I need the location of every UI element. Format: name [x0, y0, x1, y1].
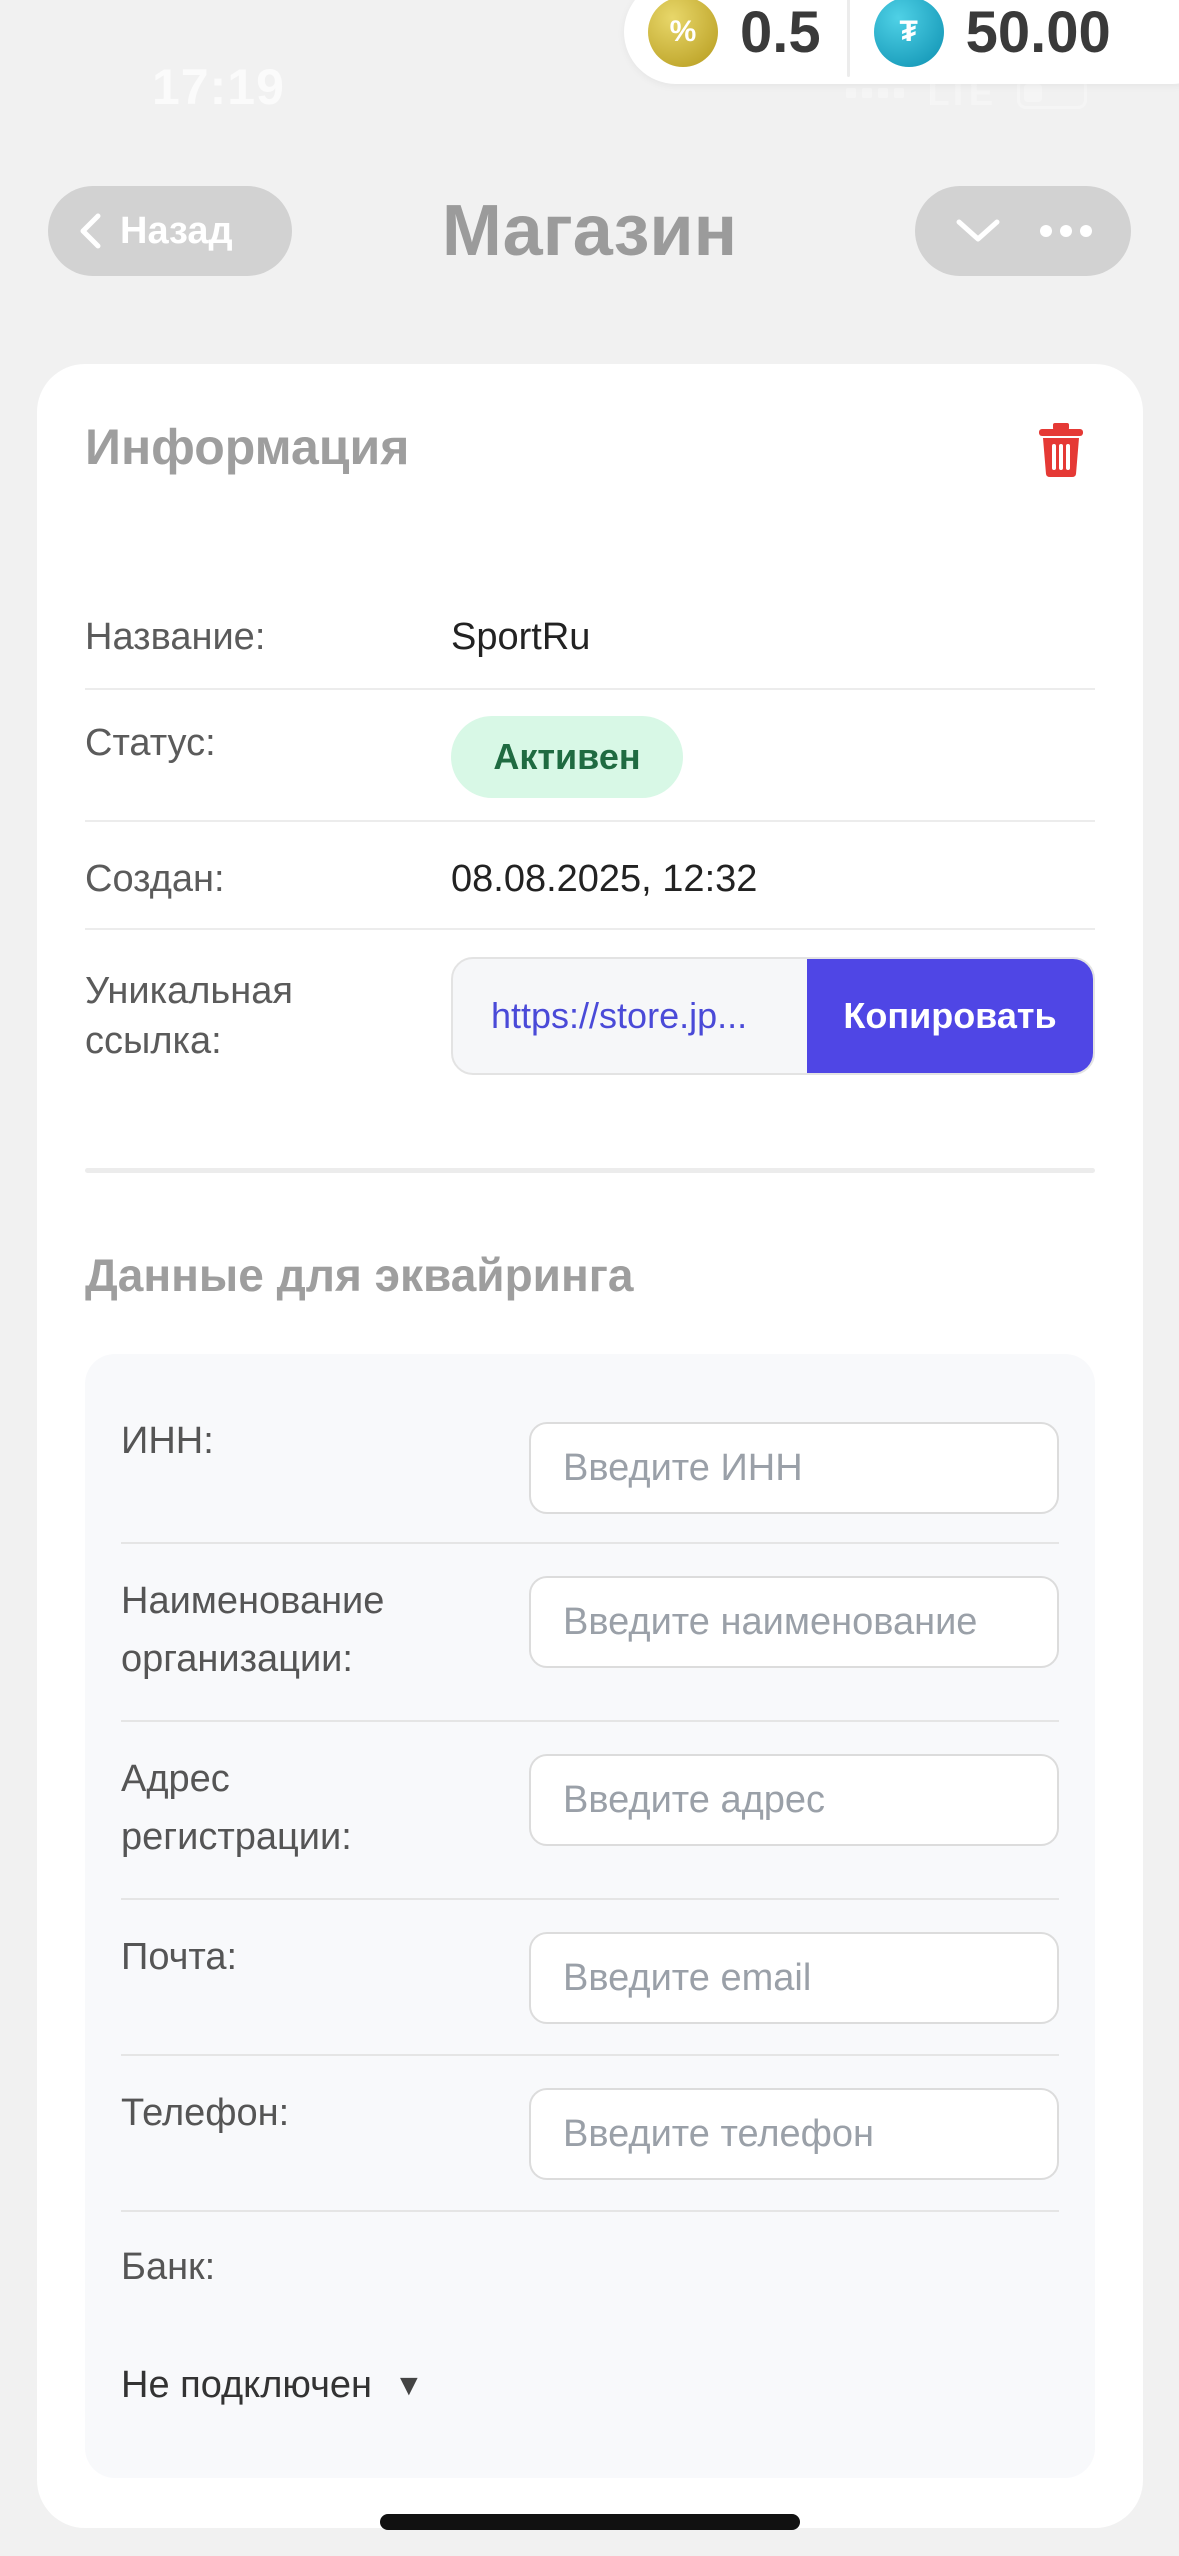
link-label-line2: ссылка:: [85, 1020, 222, 1062]
signal-icon: [845, 88, 904, 98]
trash-icon[interactable]: [1037, 422, 1085, 478]
store-card: Информация Название: SportRu Статус: Акт…: [37, 364, 1143, 2528]
acq-row-inn: ИНН:: [121, 1354, 1059, 1544]
inn-label: ИНН:: [121, 1420, 214, 1462]
link-label: Уникальная ссылка:: [85, 966, 293, 1066]
acquiring-section-title: Данные для эквайринга: [85, 1249, 634, 1301]
acquiring-panel: ИНН: Наименование организации: Адрес рег…: [85, 1354, 1095, 2478]
section-divider: [85, 1168, 1095, 1173]
phone-input[interactable]: [529, 2088, 1059, 2180]
home-indicator: [380, 2514, 800, 2530]
info-row-link: Уникальная ссылка: https://store.jp... К…: [85, 930, 1095, 1100]
percent-coin-icon: %: [648, 0, 718, 67]
acq-row-email: Почта:: [121, 1900, 1059, 2056]
balance-divider: [846, 0, 850, 77]
name-label: Название:: [85, 616, 266, 658]
balance-pill[interactable]: % 0.5 ₮ 50.00: [624, 0, 1179, 84]
acq-row-address: Адрес регистрации:: [121, 1722, 1059, 1900]
phone-label: Телефон:: [121, 2092, 290, 2134]
info-row-created: Создан: 08.08.2025, 12:32: [85, 822, 1095, 930]
created-label: Создан:: [85, 858, 225, 900]
org-name-input[interactable]: [529, 1576, 1059, 1668]
menu-pill: [915, 186, 1131, 276]
info-row-name: Название: SportRu: [85, 574, 1095, 690]
address-label-line1: Адрес: [121, 1758, 230, 1800]
link-label-line1: Уникальная: [85, 970, 293, 1012]
link-box: https://store.jp... Копировать: [451, 957, 1095, 1075]
percent-balance: 0.5: [740, 0, 821, 65]
chevron-down-icon[interactable]: [955, 217, 1001, 245]
bank-label: Банк:: [121, 2246, 216, 2288]
copy-button[interactable]: Копировать: [807, 959, 1093, 1073]
acq-row-org: Наименование организации:: [121, 1544, 1059, 1722]
more-icon[interactable]: [1039, 225, 1092, 237]
acq-row-phone: Телефон:: [121, 2056, 1059, 2212]
page: 17:19 LTE % 0.5 ₮ 50.00 Назад Магазин Ин…: [0, 0, 1179, 2556]
address-input[interactable]: [529, 1754, 1059, 1846]
tether-coin-icon: ₮: [873, 0, 944, 67]
address-label-line2: регистрации:: [121, 1816, 352, 1858]
org-label-line1: Наименование: [121, 1580, 385, 1622]
tether-balance: 50.00: [965, 0, 1111, 65]
bank-select[interactable]: Не подключен ▼: [121, 2364, 424, 2407]
inn-input[interactable]: [529, 1422, 1059, 1514]
status-badge: Активен: [451, 716, 683, 798]
unique-link[interactable]: https://store.jp...: [453, 959, 807, 1073]
org-label-line2: организации:: [121, 1638, 353, 1680]
bank-select-value: Не подключен: [121, 2364, 372, 2406]
email-label: Почта:: [121, 1936, 238, 1978]
org-label: Наименование организации:: [121, 1572, 384, 1688]
status-time: 17:19: [152, 59, 285, 115]
dropdown-arrow-icon: ▼: [394, 2368, 424, 2402]
created-value: 08.08.2025, 12:32: [451, 858, 758, 900]
info-section-title: Информация: [85, 419, 410, 475]
status-label: Статус:: [85, 722, 216, 764]
address-label: Адрес регистрации:: [121, 1750, 352, 1866]
name-value: SportRu: [451, 616, 591, 658]
email-input[interactable]: [529, 1932, 1059, 2024]
info-row-status: Статус: Активен: [85, 690, 1095, 822]
